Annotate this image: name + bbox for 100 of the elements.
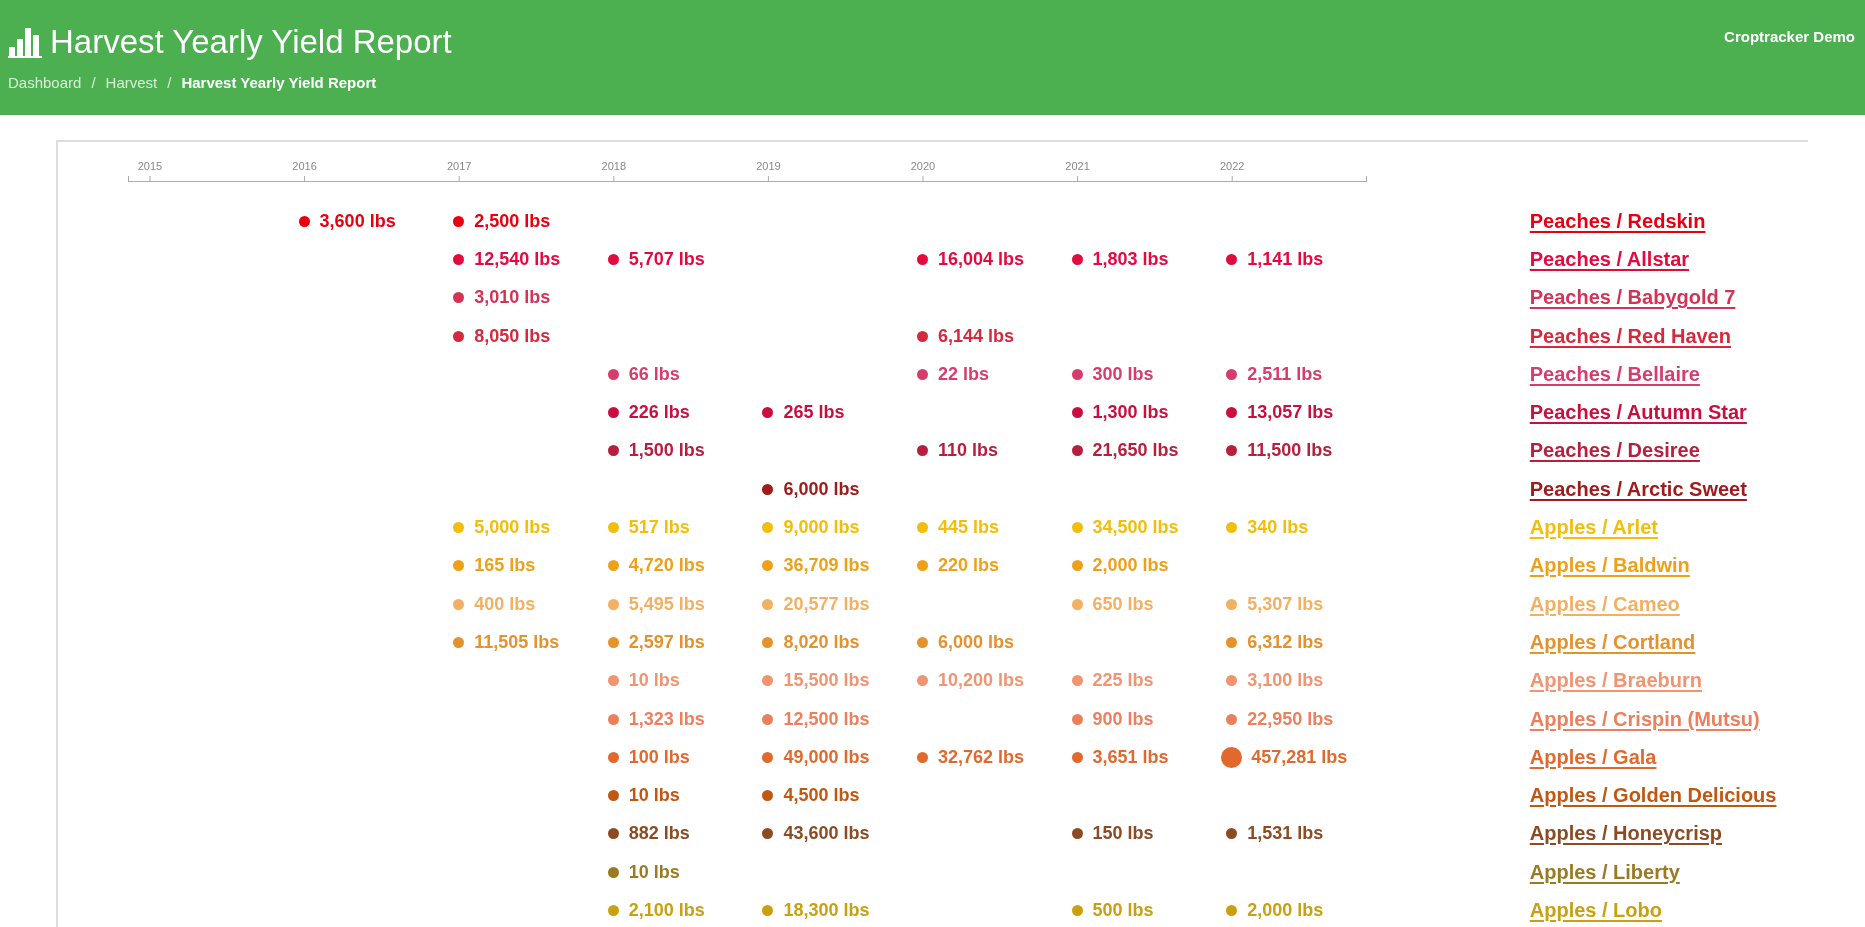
yield-value: 300 lbs: [1092, 363, 1154, 385]
yield-value: 100 lbs: [628, 746, 690, 768]
variety-link[interactable]: Peaches / Arctic Sweet: [1529, 477, 1747, 500]
year-label: 2020: [910, 160, 936, 172]
yield-value: 2,000 lbs: [1247, 900, 1324, 921]
page-title: Harvest Yearly Yield Report: [50, 22, 452, 62]
year-label: 2022: [1219, 160, 1245, 172]
yield-value: 34,500 lbs: [1092, 517, 1179, 538]
yield-value: 18,300 lbs: [783, 900, 870, 921]
yield-value: 2,500 lbs: [474, 210, 551, 232]
variety-link[interactable]: Apples / Baldwin: [1529, 554, 1690, 577]
yield-value: 43,600 lbs: [783, 823, 870, 845]
yield-value: 457,281 lbs: [1251, 746, 1348, 768]
yield-value: 4,500 lbs: [783, 785, 860, 807]
yield-value: 66 lbs: [628, 363, 680, 385]
yield-value: 3,100 lbs: [1247, 670, 1324, 692]
yield-value: 16,004 lbs: [937, 248, 1025, 270]
yield-value: 1,531 lbs: [1247, 823, 1324, 845]
yield-value: 12,500 lbs: [783, 708, 870, 730]
yield-value: 8,050 lbs: [474, 325, 551, 347]
yield-value: 220 lbs: [937, 555, 999, 577]
yield-value: 11,505 lbs: [474, 631, 560, 653]
yield-value: 8,020 lbs: [783, 631, 860, 653]
yield-value: 36,709 lbs: [783, 555, 870, 577]
yield-value: 650 lbs: [1092, 593, 1154, 615]
yield-value: 2,597 lbs: [628, 631, 705, 653]
yield-value: 13,057 lbs: [1247, 402, 1334, 424]
year-label: 2021: [1065, 160, 1090, 172]
yield-value: 1,141 lbs: [1247, 248, 1324, 270]
yield-value: 2,511 lbs: [1247, 363, 1323, 385]
yield-value: 9,000 lbs: [783, 517, 860, 538]
yield-value: 6,000 lbs: [783, 478, 860, 500]
yield-value: 265 lbs: [783, 402, 845, 424]
variety-link[interactable]: Peaches / Autumn Star: [1529, 401, 1747, 424]
variety-link[interactable]: Peaches / Redskin: [1529, 209, 1706, 232]
yield-value: 10 lbs: [628, 861, 680, 883]
variety-link[interactable]: Peaches / Babygold 7: [1529, 286, 1736, 309]
yield-value: 3,600 lbs: [319, 210, 396, 232]
variety-link[interactable]: Apples / Lobo: [1529, 899, 1662, 921]
yield-value: 445 lbs: [937, 517, 999, 538]
year-label: 2019: [756, 160, 781, 172]
yield-value: 1,300 lbs: [1092, 402, 1169, 424]
yield-value: 340 lbs: [1247, 517, 1309, 538]
yield-value: 5,307 lbs: [1247, 593, 1324, 615]
yield-value: 6,144 lbs: [937, 325, 1015, 347]
yield-value: 6,000 lbs: [937, 631, 1015, 653]
yield-value: 12,540 lbs: [474, 248, 561, 270]
breadcrumb-link[interactable]: Harvest: [105, 74, 158, 91]
breadcrumb-separator: /: [167, 74, 172, 91]
year-label: 2018: [601, 160, 627, 172]
variety-link[interactable]: Peaches / Bellaire: [1529, 362, 1700, 385]
yield-value: 226 lbs: [628, 402, 690, 424]
yield-value: 10,200 lbs: [937, 670, 1025, 692]
yield-value: 22 lbs: [937, 363, 989, 385]
yield-value: 882 lbs: [628, 823, 690, 845]
account-name: Croptracker Demo: [1724, 28, 1855, 45]
variety-link[interactable]: Peaches / Allstar: [1529, 247, 1690, 270]
yield-value: 517 lbs: [628, 517, 690, 538]
yield-value: 11,500 lbs: [1247, 440, 1333, 462]
variety-link[interactable]: Apples / Crispin (Mutsu): [1529, 707, 1760, 730]
yield-value: 1,500 lbs: [628, 440, 705, 462]
yield-value: 3,651 lbs: [1092, 746, 1169, 768]
bar-chart-icon: [8, 25, 42, 59]
yield-value: 900 lbs: [1092, 708, 1154, 730]
yield-value: 6,312 lbs: [1247, 631, 1324, 653]
yield-value: 3,010 lbs: [474, 287, 551, 309]
year-label: 2017: [446, 160, 472, 172]
breadcrumb-link[interactable]: Dashboard: [8, 74, 82, 91]
yield-value: 32,762 lbs: [937, 746, 1025, 768]
yield-value: 2,000 lbs: [1092, 555, 1169, 577]
yield-value: 500 lbs: [1092, 900, 1154, 921]
yield-value: 1,323 lbs: [628, 708, 705, 730]
yield-value: 400 lbs: [474, 593, 536, 615]
year-label: 2015: [137, 160, 163, 172]
yield-value: 10 lbs: [628, 785, 680, 807]
yield-value: 5,707 lbs: [628, 248, 705, 270]
yield-value: 1,803 lbs: [1092, 248, 1169, 270]
variety-link[interactable]: Apples / Liberty: [1529, 860, 1680, 883]
yield-value: 20,577 lbs: [783, 593, 870, 615]
yield-value: 10 lbs: [628, 670, 680, 692]
yield-value: 22,950 lbs: [1247, 708, 1334, 730]
variety-link[interactable]: Apples / Honeycrisp: [1529, 822, 1723, 845]
variety-link[interactable]: Peaches / Red Haven: [1529, 324, 1731, 347]
yield-value: 225 lbs: [1092, 670, 1154, 692]
yield-value: 2,100 lbs: [628, 900, 705, 921]
yield-value: 110 lbs: [937, 440, 998, 462]
yield-value: 150 lbs: [1092, 823, 1154, 845]
variety-link[interactable]: Peaches / Desiree: [1529, 439, 1700, 462]
yield-value: 5,495 lbs: [628, 593, 705, 615]
variety-link[interactable]: Apples / Gala: [1529, 745, 1657, 768]
yield-value: 21,650 lbs: [1092, 440, 1179, 462]
breadcrumb-separator: /: [91, 74, 96, 91]
variety-link[interactable]: Apples / Golden Delicious: [1529, 784, 1777, 807]
yield-value: 4,720 lbs: [628, 555, 705, 577]
yield-value: 15,500 lbs: [783, 670, 870, 692]
yield-value: 5,000 lbs: [474, 517, 551, 538]
breadcrumb-current: Harvest Yearly Yield Report: [181, 74, 377, 91]
variety-link[interactable]: Apples / Braeburn: [1529, 669, 1702, 692]
yield-value: 165 lbs: [474, 555, 536, 577]
variety-link[interactable]: Apples / Cortland: [1529, 630, 1696, 653]
